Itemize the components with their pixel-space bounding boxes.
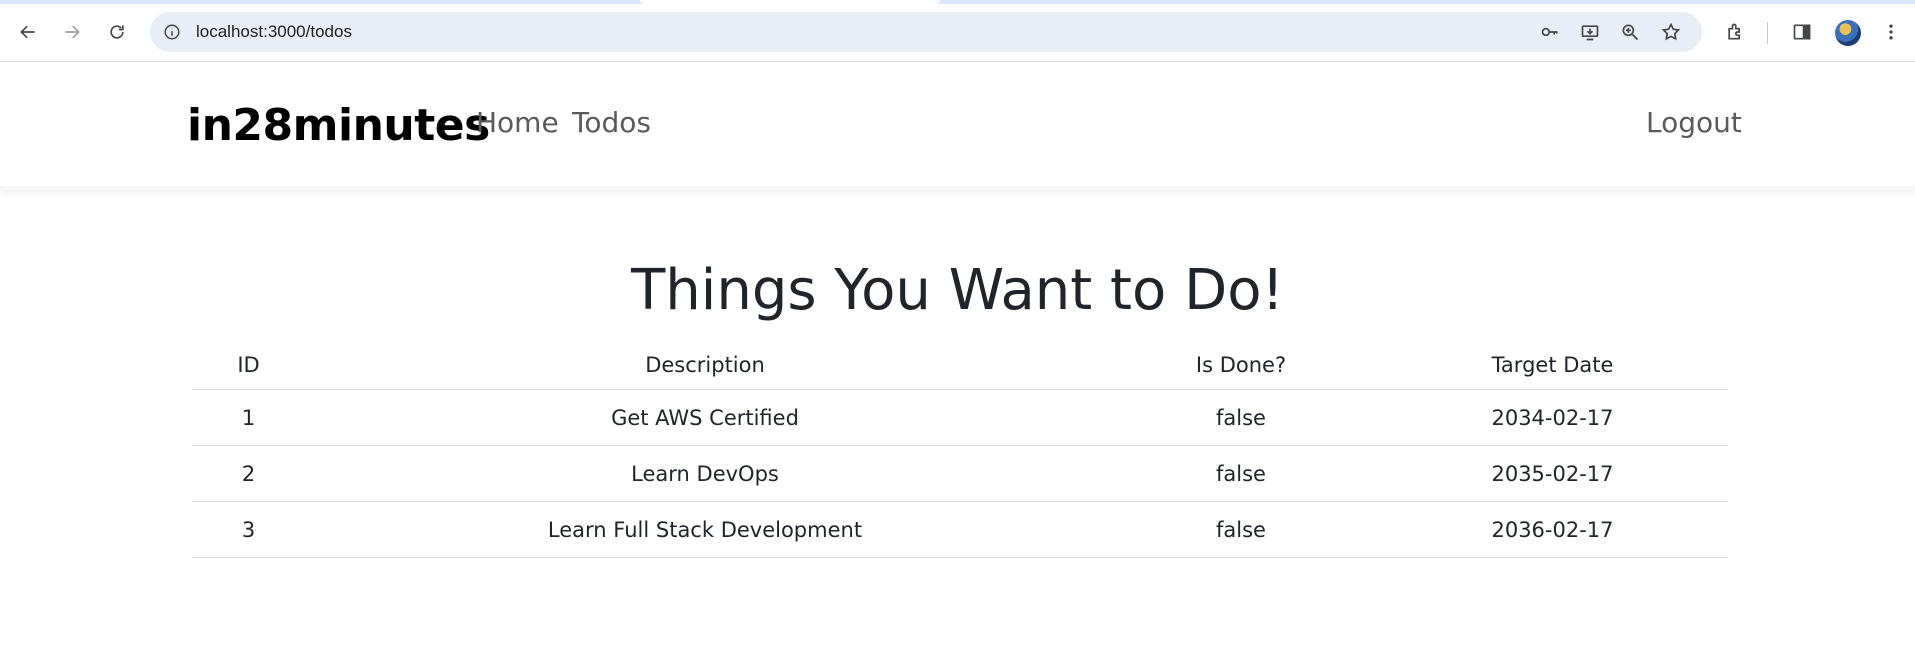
- address-url[interactable]: localhost:3000/todos: [196, 12, 352, 52]
- todo-description: Learn DevOps: [305, 445, 1105, 502]
- todo-done: false: [1105, 389, 1377, 446]
- table-row: 1 Get AWS Certified false 2034-02-17: [192, 389, 1728, 446]
- column-header-is-done: Is Done?: [1105, 340, 1377, 390]
- nav-link-home[interactable]: Home: [476, 106, 559, 139]
- todo-done: false: [1105, 501, 1377, 558]
- table-row: 3 Learn Full Stack Development false 203…: [192, 501, 1728, 558]
- todo-target-date: 2035-02-17: [1377, 445, 1728, 502]
- table-row: 2 Learn DevOps false 2035-02-17: [192, 445, 1728, 502]
- nav-link-logout[interactable]: Logout: [1646, 106, 1742, 139]
- zoom-icon[interactable]: [1616, 18, 1644, 46]
- browser-toolbar: localhost:3000/todos: [0, 4, 1915, 62]
- column-header-target-date: Target Date: [1377, 340, 1728, 390]
- kebab-menu-icon[interactable]: [1875, 16, 1907, 48]
- install-app-icon[interactable]: [1576, 18, 1604, 46]
- todo-description: Get AWS Certified: [305, 389, 1105, 446]
- extensions-icon[interactable]: [1719, 16, 1751, 48]
- table-header-row: ID Description Is Done? Target Date: [192, 340, 1728, 390]
- nav-link-todos[interactable]: Todos: [572, 106, 651, 139]
- todo-id: 3: [192, 501, 305, 558]
- todo-done: false: [1105, 445, 1377, 502]
- forward-arrow-icon[interactable]: [56, 16, 88, 48]
- brand-logo-link[interactable]: in28minutes: [187, 100, 490, 151]
- site-info-icon[interactable]: [160, 20, 184, 44]
- bookmark-star-icon[interactable]: [1657, 18, 1685, 46]
- column-header-id: ID: [192, 340, 305, 390]
- address-bar[interactable]: localhost:3000/todos: [150, 12, 1702, 52]
- back-arrow-icon[interactable]: [12, 16, 44, 48]
- todo-description: Learn Full Stack Development: [305, 501, 1105, 558]
- profile-avatar[interactable]: [1835, 20, 1861, 46]
- app-navbar: in28minutes Home Todos Logout: [0, 62, 1915, 190]
- reload-icon[interactable]: [101, 16, 133, 48]
- toolbar-separator: [1767, 22, 1768, 44]
- page-title: Things You Want to Do!: [631, 258, 1284, 323]
- todo-target-date: 2036-02-17: [1377, 501, 1728, 558]
- side-panel-icon[interactable]: [1786, 16, 1818, 48]
- todos-table: ID Description Is Done? Target Date 1 Ge…: [192, 340, 1728, 558]
- todo-target-date: 2034-02-17: [1377, 389, 1728, 446]
- key-icon[interactable]: [1536, 18, 1564, 46]
- todo-id: 1: [192, 389, 305, 446]
- column-header-description: Description: [305, 340, 1105, 390]
- todo-id: 2: [192, 445, 305, 502]
